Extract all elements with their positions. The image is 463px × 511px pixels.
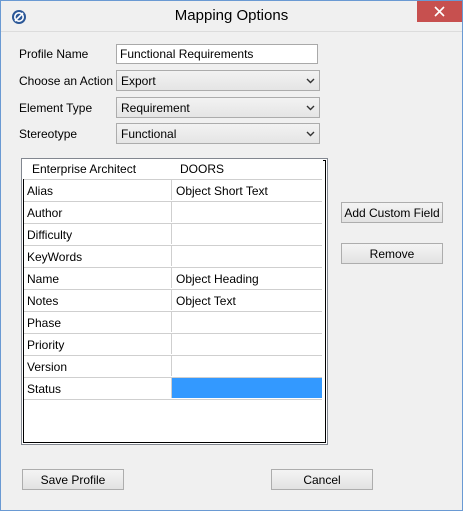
grid-cell-doors[interactable]: [172, 224, 322, 244]
grid-cell-doors[interactable]: Object Text: [172, 290, 322, 310]
stereotype-select-value: Functional: [121, 127, 177, 141]
remove-button[interactable]: Remove: [341, 243, 443, 264]
profile-name-input[interactable]: [116, 44, 318, 64]
grid-divider: [24, 399, 322, 400]
element-type-select-value: Requirement: [121, 101, 190, 115]
grid-cell-ea: KeyWords: [24, 246, 172, 266]
grid-cell-ea: Alias: [24, 180, 172, 200]
action-select-value: Export: [121, 74, 156, 88]
table-row[interactable]: Phase: [24, 311, 322, 332]
chevron-down-icon: [306, 78, 315, 84]
grid-header-doors: DOORS: [180, 162, 225, 176]
chevron-down-icon: [306, 105, 315, 111]
grid-cell-doors[interactable]: [172, 334, 322, 354]
title-bar: Mapping Options: [1, 1, 462, 32]
grid-cell-ea: Phase: [24, 312, 172, 332]
mapping-options-dialog: Mapping Options Profile Name Choose an A…: [0, 0, 463, 511]
grid-cell-doors[interactable]: [172, 356, 322, 376]
profile-name-label: Profile Name: [19, 47, 89, 61]
grid-cell-ea: Priority: [24, 334, 172, 354]
grid-header-ea: Enterprise Architect: [32, 162, 137, 176]
table-row[interactable]: Status: [24, 377, 322, 398]
table-row[interactable]: Alias Object Short Text: [24, 179, 322, 200]
grid-cell-doors[interactable]: [172, 312, 322, 332]
element-type-select[interactable]: Requirement: [116, 97, 320, 118]
table-row[interactable]: Author: [24, 201, 322, 222]
table-row[interactable]: Name Object Heading: [24, 267, 322, 288]
table-row[interactable]: Version: [24, 355, 322, 376]
grid-cell-doors-selected[interactable]: [172, 378, 322, 398]
action-select[interactable]: Export: [116, 70, 320, 91]
grid-cell-ea: Author: [24, 202, 172, 222]
window-title: Mapping Options: [174, 7, 289, 24]
cancel-button[interactable]: Cancel: [271, 469, 373, 490]
table-row[interactable]: Notes Object Text: [24, 289, 322, 310]
grid-cell-doors[interactable]: [172, 246, 322, 266]
add-custom-field-button[interactable]: Add Custom Field: [341, 202, 443, 223]
grid-cell-doors[interactable]: Object Heading: [172, 268, 322, 288]
stereotype-label: Stereotype: [19, 127, 78, 141]
chevron-down-icon: [306, 131, 315, 137]
grid-cell-doors[interactable]: [172, 202, 322, 222]
close-button[interactable]: [417, 1, 462, 22]
action-label: Choose an Action: [19, 74, 114, 88]
grid-header: Enterprise Architect DOORS: [22, 159, 323, 179]
grid-cell-ea: Version: [24, 356, 172, 376]
grid-cell-ea: Status: [24, 378, 172, 398]
mapping-grid[interactable]: Enterprise Architect DOORS Alias Object …: [21, 158, 328, 445]
grid-cell-ea: Notes: [24, 290, 172, 310]
grid-cell-ea: Name: [24, 268, 172, 288]
close-icon: [434, 6, 445, 17]
element-type-label: Element Type: [19, 101, 93, 115]
table-row[interactable]: Priority: [24, 333, 322, 354]
grid-cell-ea: Difficulty: [24, 224, 172, 244]
table-row[interactable]: KeyWords: [24, 245, 322, 266]
stereotype-select[interactable]: Functional: [116, 123, 320, 144]
save-profile-button[interactable]: Save Profile: [22, 469, 124, 490]
table-row[interactable]: Difficulty: [24, 223, 322, 244]
grid-cell-doors[interactable]: Object Short Text: [172, 180, 322, 200]
